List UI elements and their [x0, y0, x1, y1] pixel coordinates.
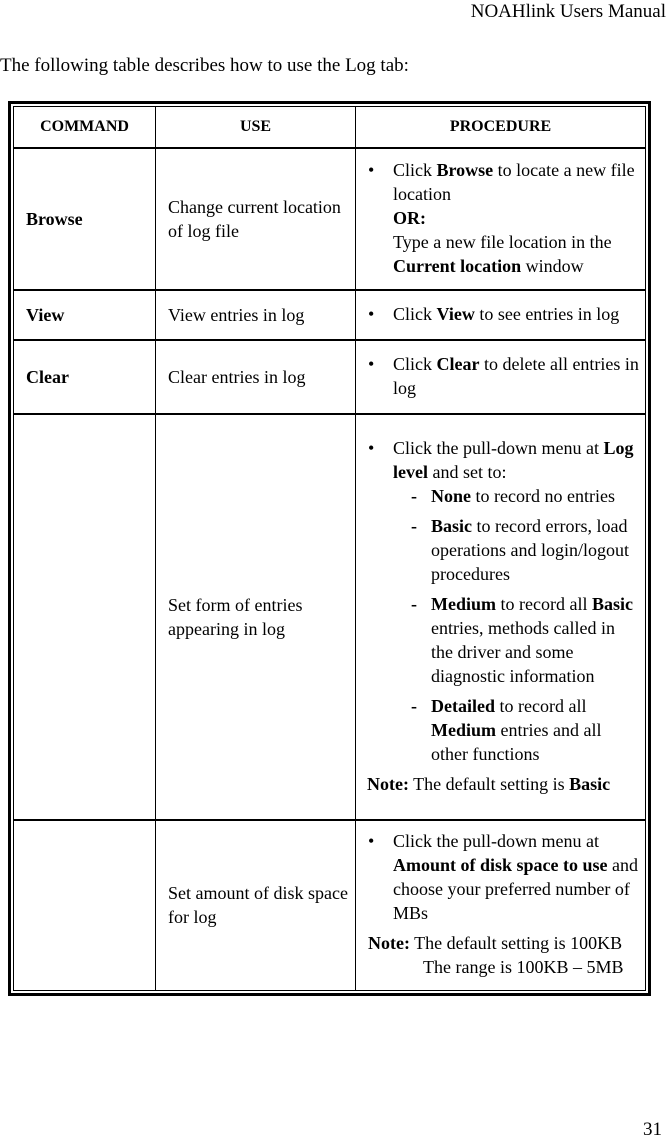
procedure-cell: Click the pull-down menu at Log level an… [355, 413, 646, 821]
log-level-option-detailed: Detailed to record all Medium entries an… [393, 694, 641, 766]
step-text: window [521, 256, 584, 276]
document-header-title: NOAHlink Users Manual [470, 1, 666, 22]
step-keyword: View [436, 304, 475, 324]
step-keyword: Amount of disk space to use [393, 855, 608, 876]
procedure-list: Click the pull-down menu at Amount of di… [368, 829, 641, 925]
option-text: to record no entries [471, 486, 615, 506]
procedure-step: Click View to see entries in log [368, 302, 641, 326]
option-text: to record all [494, 696, 587, 716]
note-text: The default setting is [408, 774, 570, 794]
procedure-cell: Click Clear to delete all entries in log [355, 339, 646, 415]
page-number: 31 [643, 1119, 662, 1140]
procedure-cell: Click View to see entries in log [355, 289, 646, 341]
use-cell: Clear entries in log [155, 339, 356, 415]
table-row: Set amount of disk space for log Click t… [13, 819, 646, 991]
step-text: and set to: [427, 462, 507, 482]
procedure-list: Click Clear to delete all entries in log [368, 352, 641, 400]
option-keyword: Basic [591, 594, 633, 614]
note-keyword: Basic [569, 774, 611, 794]
or-label: OR: [393, 208, 426, 228]
procedure-list: Click View to see entries in log [368, 302, 641, 326]
header-procedure: PROCEDURE [355, 106, 646, 149]
use-cell: View entries in log [155, 289, 356, 341]
option-keyword: Medium [431, 720, 496, 740]
step-keyword: Browse [436, 160, 494, 180]
step-text: Click the pull-down menu at [393, 438, 604, 458]
step-text: Click [393, 354, 437, 374]
command-cell [13, 819, 156, 991]
option-name: Detailed [431, 696, 495, 716]
step-text: Type a new file location in the [393, 232, 612, 252]
table-row: Clear Clear entries in log Click Clear t… [13, 339, 646, 415]
command-cell [13, 413, 156, 821]
procedure-cell: Click Browse to locate a new file locati… [355, 147, 646, 291]
step-text: Click [393, 304, 437, 324]
step-text: Click the pull-down menu at [393, 831, 599, 852]
note-label: Note: [367, 774, 409, 794]
note-continuation: The range is 100KB – 5MB [423, 957, 624, 978]
procedure-list: Click Browse to locate a new file locati… [368, 158, 641, 278]
command-cell: Clear [13, 339, 156, 415]
header-use: USE [155, 106, 356, 149]
note: Note: The default setting is 100KB [368, 931, 641, 955]
procedure-step: Click the pull-down menu at Amount of di… [368, 829, 641, 925]
table-row: View View entries in log Click View to s… [13, 289, 646, 341]
procedure-step: Click the pull-down menu at Log level an… [368, 436, 641, 766]
use-cell: Set amount of disk space for log [155, 819, 356, 991]
table-header-row: COMMAND USE PROCEDURE [13, 106, 646, 149]
note-text: The default setting is 100KB [409, 933, 623, 954]
procedure-step: Click Clear to delete all entries in log [368, 352, 641, 400]
intro-paragraph: The following table describes how to use… [0, 55, 409, 76]
note: Note: The default setting is Basic [367, 772, 641, 796]
log-level-option-none: None to record no entries [393, 484, 641, 508]
log-level-option-basic: Basic to record errors, load operations … [393, 514, 641, 586]
step-keyword: Current location [393, 256, 522, 276]
commands-table: COMMAND USE PROCEDURE Browse Change curr… [13, 106, 646, 991]
table-row: Browse Change current location of log fi… [13, 147, 646, 291]
procedure-step: Click Browse to locate a new file locati… [368, 158, 641, 278]
use-cell: Set form of entries appearing in log [155, 413, 356, 821]
log-level-option-medium: Medium to record all Basic entries, meth… [393, 592, 641, 688]
step-text: Click [393, 160, 437, 180]
option-name: Medium [431, 594, 496, 614]
command-cell: Browse [13, 147, 156, 291]
step-keyword: Clear [436, 354, 480, 374]
option-text: to record all [496, 594, 592, 614]
header-command: COMMAND [13, 106, 156, 149]
procedure-cell: Click the pull-down menu at Amount of di… [355, 819, 646, 991]
log-level-options: None to record no entries Basic to recor… [393, 484, 641, 766]
step-text: to see entries in log [474, 304, 620, 324]
option-text: entries, methods called in the driver an… [431, 618, 615, 686]
option-name: None [431, 486, 471, 506]
command-cell: View [13, 289, 156, 341]
use-cell: Change current location of log file [155, 147, 356, 291]
option-name: Basic [431, 516, 473, 536]
log-tab-table: COMMAND USE PROCEDURE Browse Change curr… [8, 101, 651, 996]
procedure-list: Click the pull-down menu at Log level an… [368, 436, 641, 766]
note-label: Note: [368, 933, 410, 954]
table-row: Set form of entries appearing in log Cli… [13, 413, 646, 821]
